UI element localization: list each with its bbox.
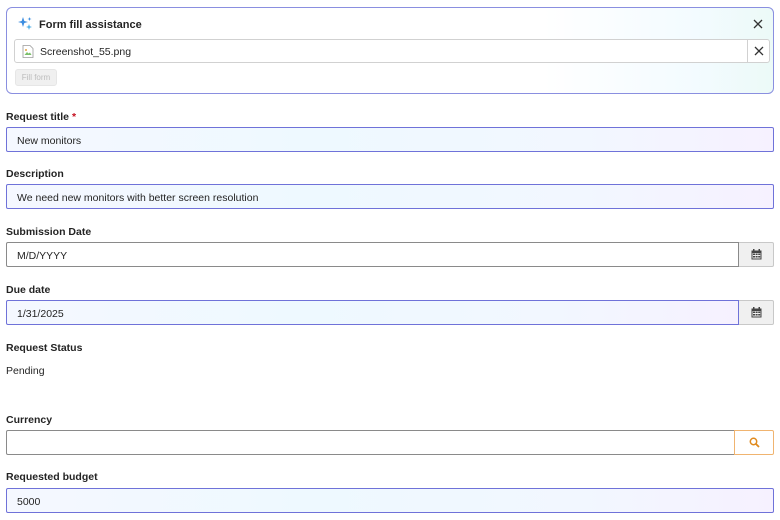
calendar-icon — [751, 249, 761, 260]
currency-search-button[interactable] — [734, 430, 774, 455]
due-date-calendar-button[interactable] — [739, 300, 774, 325]
description-value: We need new monitors with better screen … — [17, 192, 259, 204]
image-file-icon — [22, 45, 34, 58]
assistance-title: Form fill assistance — [39, 19, 142, 31]
search-icon — [749, 437, 760, 448]
file-name: Screenshot_55.png — [40, 46, 132, 58]
attached-file: Screenshot_55.png — [14, 39, 770, 63]
due-date-label: Due date — [6, 284, 51, 296]
requested-budget-input[interactable]: 5000 — [6, 488, 774, 513]
sparkle-icon — [18, 17, 32, 30]
description-label: Description — [6, 168, 64, 180]
submission-date-label: Submission Date — [6, 226, 92, 238]
calendar-icon — [751, 307, 761, 318]
close-icon[interactable] — [751, 17, 765, 31]
form-fill-assistance-panel: Form fill assistance Screenshot_55.png F… — [6, 7, 774, 94]
request-title-label: Request title * — [6, 111, 76, 123]
due-date-input[interactable]: 1/31/2025 — [6, 300, 739, 325]
submission-date-calendar-button[interactable] — [739, 242, 774, 267]
requested-budget-label: Requested budget — [6, 471, 98, 483]
currency-label: Currency — [6, 414, 53, 426]
fill-form-button[interactable]: Fill form — [15, 69, 57, 86]
request-title-label-text: Request title — [6, 111, 70, 123]
close-icon — [754, 46, 763, 56]
request-title-input[interactable]: New monitors — [6, 127, 774, 152]
submission-date-value: M/D/YYYY — [17, 250, 68, 262]
description-input[interactable]: We need new monitors with better screen … — [6, 184, 774, 209]
required-mark: * — [72, 111, 77, 123]
remove-file-button[interactable] — [747, 40, 769, 62]
due-date-value: 1/31/2025 — [17, 308, 64, 320]
request-status-value: Pending — [6, 365, 45, 377]
currency-input[interactable] — [6, 430, 735, 455]
submission-date-input[interactable]: M/D/YYYY — [6, 242, 739, 267]
requested-budget-value: 5000 — [17, 496, 41, 508]
request-title-value: New monitors — [17, 135, 82, 147]
request-status-label: Request Status — [6, 342, 83, 354]
